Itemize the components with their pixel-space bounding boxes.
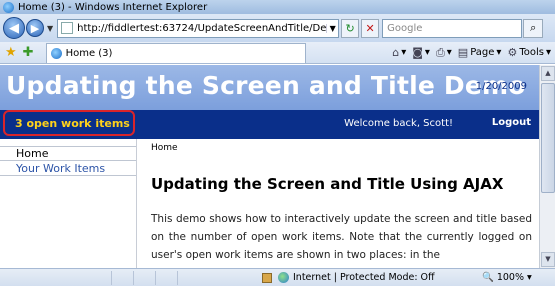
add-favorites-icon[interactable]: ✚: [23, 45, 34, 60]
home-icon: ⌂: [392, 46, 400, 59]
zoom-dropdown-icon: ▾: [527, 272, 532, 283]
breadcrumb: Home: [151, 143, 178, 153]
forward-icon: ▶: [30, 21, 40, 35]
tab-label: Home (3): [65, 47, 113, 59]
ie-icon: [3, 1, 14, 13]
scroll-down-arrow[interactable]: ▼: [541, 252, 555, 267]
refresh-button[interactable]: ↻: [341, 18, 360, 38]
recent-pages-dropdown-icon[interactable]: ▼: [47, 24, 53, 33]
vertical-scrollbar[interactable]: ▲ ▼: [539, 65, 555, 268]
site-title: Updating the Screen and Title Demo: [6, 71, 526, 100]
tools-menu[interactable]: ⚙ Tools ▾: [507, 46, 551, 59]
address-toolbar: ◀ ▶ ▼ http://fiddlertest:63724/UpdateScr…: [0, 14, 555, 42]
stop-icon: ✕: [365, 21, 375, 35]
forward-button[interactable]: ▶: [26, 19, 44, 37]
tools-menu-label: Tools: [519, 47, 544, 58]
nav-item-your-work-items[interactable]: Your Work Items: [0, 161, 136, 176]
feeds-icon: ◙: [412, 46, 423, 59]
page-viewport: Updating the Screen and Title Demo 1/20/…: [0, 65, 539, 268]
gear-icon: ⚙: [507, 46, 518, 59]
search-input[interactable]: Google: [382, 18, 523, 38]
zoom-level: 100%: [496, 272, 525, 283]
nav-item-home[interactable]: Home: [0, 146, 136, 161]
site-banner: Updating the Screen and Title Demo 1/20/…: [0, 65, 539, 110]
status-text-cell: [2, 270, 112, 285]
window-title: Home (3) - Windows Internet Explorer: [18, 1, 208, 13]
command-bar: ⌂ ▾ ◙ ▾ ⎙ ▾ ▤ Page ▾ ⚙ Tools ▾: [392, 46, 551, 60]
security-zone[interactable]: Internet | Protected Mode: Off: [278, 272, 435, 283]
zoom-control[interactable]: 🔍 100% ▾: [482, 272, 532, 283]
search-icon: ⌕: [530, 21, 537, 34]
search-button[interactable]: ⌕: [523, 18, 544, 38]
refresh-icon: ↻: [345, 21, 355, 35]
globe-icon: [278, 272, 289, 283]
favorites-star-icon[interactable]: ★: [5, 45, 17, 60]
page-body-text: This demo shows how to interactively upd…: [151, 213, 532, 261]
tab-ie-icon: [50, 47, 62, 59]
print-icon: ⎙: [435, 45, 445, 59]
status-cell: [158, 270, 178, 285]
address-dropdown-icon[interactable]: ▼: [326, 23, 338, 33]
page-menu-label: Page: [470, 47, 495, 58]
page-heading: Updating the Screen and Title Using AJAX: [151, 175, 504, 193]
page-icon: ▤: [457, 46, 469, 59]
tab-home[interactable]: Home (3): [45, 42, 306, 63]
status-bar: Internet | Protected Mode: Off 🔍 100% ▾: [0, 268, 555, 286]
tab-toolbar: ★ ✚ Home (3) ⌂ ▾ ◙ ▾ ⎙ ▾ ▤ Page ▾ ⚙ Tools ▾: [0, 42, 555, 64]
status-cell: [136, 270, 156, 285]
page-menu[interactable]: ▤ Page ▾: [458, 46, 502, 59]
scroll-up-arrow[interactable]: ▲: [541, 66, 555, 81]
left-nav: Home Your Work Items: [0, 139, 137, 268]
zoom-icon: 🔍: [482, 272, 494, 283]
zone-text: Internet | Protected Mode: Off: [293, 272, 435, 283]
back-icon: ◀: [9, 20, 19, 36]
stop-button[interactable]: ✕: [361, 18, 380, 38]
print-button[interactable]: ⎙ ▾: [436, 46, 452, 60]
page-icon: [61, 22, 74, 34]
banner-date: 1/20/2009: [475, 81, 527, 92]
back-button[interactable]: ◀: [3, 17, 25, 39]
lock-icon: [262, 272, 272, 283]
address-bar[interactable]: http://fiddlertest:63724/UpdateScreenAnd…: [57, 18, 340, 38]
open-work-items-count: 3 open work items: [3, 110, 135, 136]
home-button[interactable]: ⌂ ▾: [392, 46, 406, 59]
url-text[interactable]: http://fiddlertest:63724/UpdateScreenAnd…: [77, 23, 326, 34]
scroll-thumb[interactable]: [541, 83, 555, 193]
feeds-button[interactable]: ◙ ▾: [412, 46, 430, 59]
logout-link[interactable]: Logout: [492, 117, 531, 128]
user-nav-strip: 3 open work items Welcome back, Scott! L…: [0, 110, 539, 139]
status-cell: [114, 270, 134, 285]
welcome-text: Welcome back, Scott!: [344, 118, 453, 129]
search-placeholder: Google: [387, 22, 423, 34]
window-titlebar: Home (3) - Windows Internet Explorer: [0, 0, 555, 14]
